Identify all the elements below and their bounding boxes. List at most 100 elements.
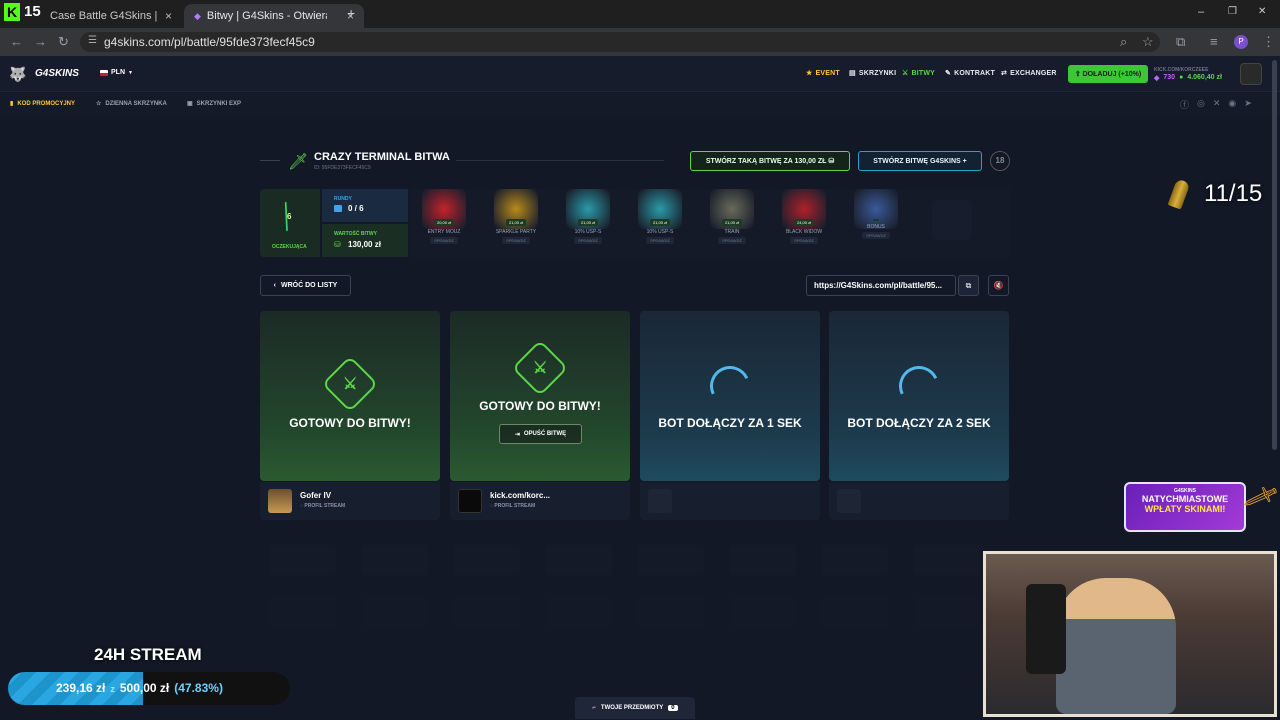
box-icon: ▤	[849, 70, 856, 77]
extensions-icon[interactable]: ⧉	[1176, 34, 1185, 50]
ticket-icon: ▮	[10, 101, 14, 107]
goal-percent: (47.83%)	[174, 681, 223, 695]
case-item[interactable]: 21,00 zł 10% USP-S SPRAWDŹ	[556, 189, 620, 255]
player-2-avatar[interactable]	[458, 489, 482, 513]
x-icon[interactable]: ✕	[1213, 98, 1221, 111]
browser-tab-bitwy[interactable]: ◆ Bitwy | G4Skins - Otwieraj skrz ×	[184, 4, 364, 28]
mute-icon: 🔇	[993, 281, 1004, 290]
daily-case-link[interactable]: ☆ DZIENNA SKRZYNKA	[96, 100, 167, 108]
currency-label: PLN	[111, 69, 125, 76]
goal-sep: z	[110, 684, 115, 694]
create-same-battle-button[interactable]: STWÓRZ TAKĄ BITWĘ ZA 130,00 ZŁ ⛁	[690, 151, 850, 171]
nav-event[interactable]: ★ EVENT	[806, 69, 840, 78]
battle-id: ID: 95FDE373FECF45C9	[314, 165, 371, 171]
share-url-field[interactable]: https://G4Skins.com/pl/battle/95...	[806, 275, 956, 296]
button-label: STWÓRZ BITWĘ G4SKINS	[873, 157, 961, 165]
case-check-button[interactable]: SPRAWDŹ	[430, 237, 458, 244]
bookmark-star-icon[interactable]: ☆	[1142, 34, 1154, 50]
minimize-button[interactable]: –	[1198, 6, 1204, 18]
page-scrollbar[interactable]	[1272, 60, 1277, 450]
nav-skrzynki[interactable]: ▤ SKRZYNKI	[849, 69, 897, 78]
item-placeholder	[638, 649, 704, 679]
browser-tab-case-battle[interactable]: Case Battle G4Skins | Zdobywaj ×	[40, 4, 182, 28]
case-item[interactable]: 21,00 zł SPARKLE PARTY SPRAWDŹ	[484, 189, 548, 255]
exp-cases-link[interactable]: ▣ SKRZYNKI EXP	[187, 100, 241, 108]
item-placeholder	[454, 649, 520, 679]
user-name[interactable]: KICK.COM/KORCZEEE	[1154, 67, 1208, 73]
new-tab-button[interactable]: +	[347, 5, 355, 21]
reload-icon[interactable]: ↻	[58, 34, 69, 50]
case-name: 10% USP-S	[646, 229, 674, 235]
value-label: WARTOŚĆ BITWY	[334, 231, 377, 237]
case-item[interactable]: 24,00 zł BLACK WIDOW SPRAWDŹ	[772, 189, 836, 255]
promo-banner: G4SKINS NATYCHMIASTOWE WPŁATY SKINAMI!	[1124, 482, 1246, 532]
case-item[interactable]: 21,00 zł 10% USP-S SPRAWDŹ	[628, 189, 692, 255]
item-placeholder	[822, 649, 888, 679]
my-items-button[interactable]: ⌐ TWOJE PRZEDMIOTY 0	[575, 697, 695, 719]
close-window-button[interactable]: ✕	[1258, 6, 1266, 17]
player-1-name[interactable]: Gofer IV	[300, 491, 331, 500]
back-to-list-button[interactable]: ‹ WRÓĆ DO LISTY	[260, 275, 351, 296]
g4skins-logo-icon[interactable]: 🐺	[9, 66, 26, 83]
instagram-icon[interactable]: ◎	[1197, 98, 1205, 111]
copy-link-button[interactable]: ⧉	[958, 275, 979, 296]
player-slot-2	[450, 311, 630, 481]
site-info-icon[interactable]: ☰	[88, 35, 97, 46]
reading-list-icon[interactable]: ≡	[1210, 34, 1218, 49]
nav-label: EVENT	[815, 69, 840, 77]
forward-arrow-icon[interactable]: →	[34, 34, 47, 49]
url-bar[interactable]: g4skins.com/pl/battle/95fde373fecf45c9	[80, 32, 1160, 52]
site-logo[interactable]: G4SKINS	[35, 68, 79, 79]
facebook-icon[interactable]: ⓕ	[1180, 98, 1189, 111]
case-price: 21,00 zł	[649, 219, 670, 226]
item-placeholder	[914, 597, 980, 627]
case-check-button[interactable]: SPRAWDŹ	[862, 232, 890, 239]
case-item[interactable]: 20,00 zł ENTRY MOUZ SPRAWDŹ	[412, 189, 476, 255]
telegram-icon[interactable]: ➤	[1244, 98, 1252, 111]
nav-label: SKRZYNKI	[858, 69, 897, 77]
nav-exchanger[interactable]: ⇄ EXCHANGER	[1001, 69, 1057, 78]
case-check-button[interactable]: SPRAWDŹ	[574, 237, 602, 244]
create-g4-battle-button[interactable]: STWÓRZ BITWĘ G4SKINS +	[858, 151, 982, 171]
maximize-button[interactable]: ❐	[1228, 6, 1237, 17]
leave-battle-button[interactable]: ⇥ OPUŚĆ BITWĘ	[499, 424, 582, 444]
sound-toggle-button[interactable]: 🔇	[988, 275, 1009, 296]
back-arrow-icon[interactable]: ←	[10, 34, 23, 49]
player-2-name[interactable]: kick.com/korc...	[490, 491, 550, 500]
case-price	[873, 219, 879, 221]
case-check-button[interactable]: SPRAWDŹ	[646, 237, 674, 244]
case-check-button[interactable]: SPRAWDŹ	[718, 237, 746, 244]
item-placeholder	[730, 649, 796, 679]
case-price: 24,00 zł	[793, 219, 814, 226]
case-image	[854, 189, 898, 229]
bullet-icon	[1167, 178, 1191, 210]
social-icons: ⓕ ◎ ✕ ◉ ➤	[1180, 98, 1252, 111]
browser-menu-icon[interactable]: ⋮	[1262, 34, 1275, 50]
close-icon[interactable]: ×	[165, 9, 172, 23]
user-balance: 4.060,40 zł	[1187, 74, 1222, 81]
mode-count: 6	[287, 212, 292, 221]
player-1-avatar[interactable]	[268, 489, 292, 513]
user-balance-row: ◆ 730 ● 4.060,40 zł	[1154, 74, 1222, 82]
coins-icon: ⛁	[334, 240, 341, 249]
zoom-icon[interactable]: ⌕	[1120, 34, 1127, 50]
nav-kontrakt[interactable]: ✎ KONTRAKT	[945, 69, 995, 78]
player-2-profile-link[interactable]: ◌ PROFIL STREAM	[490, 503, 535, 509]
promo-code-link[interactable]: ▮ KOD PROMOCYJNY	[10, 100, 75, 108]
user-avatar[interactable]	[1240, 63, 1262, 85]
link-label: DZIENNA SKRZYNKA	[105, 100, 167, 107]
case-check-button[interactable]: SPRAWDŹ	[502, 237, 530, 244]
item-placeholder	[270, 545, 336, 575]
currency-select[interactable]: PLN ▼	[100, 69, 133, 76]
deposit-button[interactable]: ⇪ DOŁADUJ (+10%)	[1068, 65, 1148, 83]
gem-icon: ◆	[1154, 75, 1160, 82]
swords-icon: ⚔	[902, 70, 909, 77]
case-item[interactable]: 21,00 zł TRAIN SPRAWDŹ	[700, 189, 764, 255]
case-check-button[interactable]: SPRAWDŹ	[790, 237, 818, 244]
player-1-profile-link[interactable]: ◌ PROFIL STREAM	[300, 503, 345, 509]
nav-bitwy[interactable]: ⚔ BITWY	[902, 69, 935, 78]
user-gems: 730	[1163, 74, 1176, 81]
discord-icon[interactable]: ◉	[1228, 98, 1236, 111]
profile-avatar[interactable]: P	[1234, 35, 1248, 49]
case-item[interactable]: BONUS SPRAWDŹ	[844, 189, 908, 255]
